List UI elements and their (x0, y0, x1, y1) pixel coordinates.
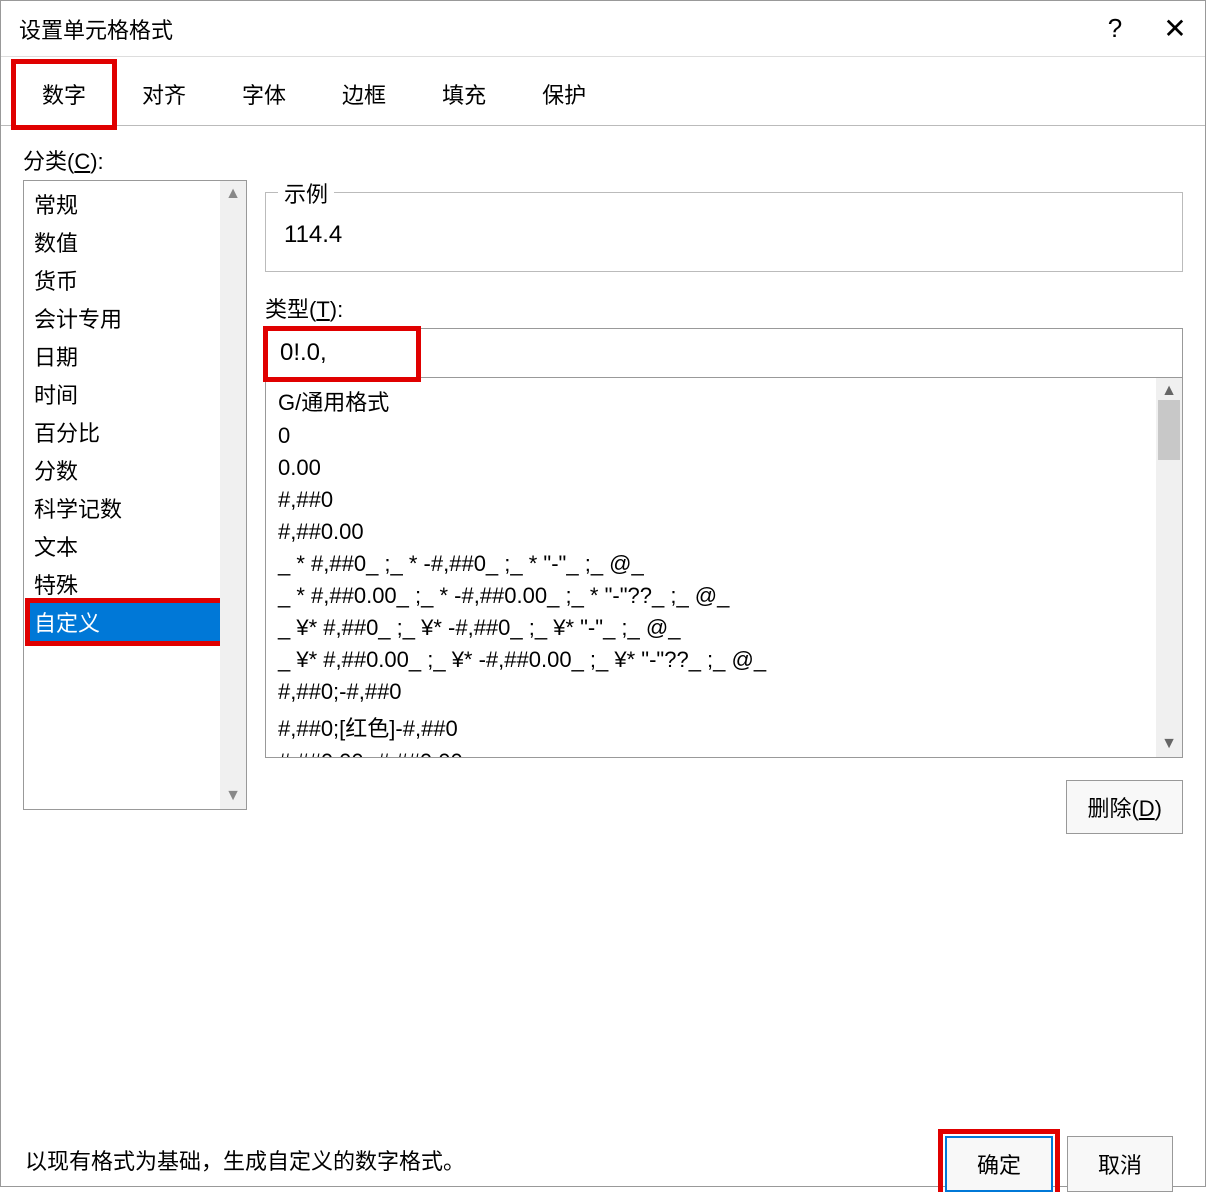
type-input[interactable] (265, 328, 1183, 378)
format-item[interactable]: 0 (276, 420, 1156, 452)
category-item-scientific[interactable]: 科学记数 (30, 489, 220, 527)
tab-number[interactable]: 数字 (15, 63, 113, 126)
format-item[interactable]: _ ¥* #,##0_ ;_ ¥* -#,##0_ ;_ ¥* "-"_ ;_ … (276, 612, 1156, 644)
sample-legend: 示例 (278, 177, 334, 209)
category-item-accounting[interactable]: 会计专用 (30, 299, 220, 337)
titlebar: 设置单元格格式 ? ✕ (1, 1, 1205, 57)
format-item[interactable]: _ * #,##0.00_ ;_ * -#,##0.00_ ;_ * "-"??… (276, 580, 1156, 612)
category-item-time[interactable]: 时间 (30, 375, 220, 413)
format-item[interactable]: 0.00 (276, 452, 1156, 484)
scroll-down-icon[interactable]: ▼ (225, 787, 241, 805)
format-list[interactable]: G/通用格式 0 0.00 #,##0 #,##0.00 _ * #,##0_ … (266, 378, 1156, 757)
format-item[interactable]: #,##0 (276, 484, 1156, 516)
category-scrollbar[interactable]: ▲ ▼ (220, 181, 246, 809)
close-button[interactable]: ✕ (1145, 1, 1205, 57)
format-item[interactable]: _ ¥* #,##0.00_ ;_ ¥* -#,##0.00_ ;_ ¥* "-… (276, 644, 1156, 676)
tab-strip: 数字 对齐 字体 边框 填充 保护 (1, 57, 1205, 126)
format-item[interactable]: G/通用格式 (276, 382, 1156, 420)
format-item[interactable]: #,##0;[红色]-#,##0 (276, 708, 1156, 746)
category-item-text[interactable]: 文本 (30, 527, 220, 565)
right-panel: 示例 114.4 类型(T): G/通用格式 0 0.00 #,##0 #,##… (265, 180, 1183, 1112)
delete-button[interactable]: 删除(D) (1066, 780, 1183, 834)
category-list[interactable]: 常规 数值 货币 会计专用 日期 时间 百分比 分数 科学记数 文本 特殊 自定… (24, 181, 220, 809)
format-list-container: G/通用格式 0 0.00 #,##0 #,##0.00 _ * #,##0_ … (265, 378, 1183, 758)
category-item-special[interactable]: 特殊 (30, 565, 220, 603)
format-item[interactable]: #,##0;-#,##0 (276, 676, 1156, 708)
category-item-percentage[interactable]: 百分比 (30, 413, 220, 451)
scroll-thumb[interactable] (1158, 400, 1180, 460)
category-list-container: 常规 数值 货币 会计专用 日期 时间 百分比 分数 科学记数 文本 特殊 自定… (23, 180, 247, 810)
category-item-fraction[interactable]: 分数 (30, 451, 220, 489)
help-button[interactable]: ? (1085, 1, 1145, 57)
category-item-number[interactable]: 数值 (30, 223, 220, 261)
tab-alignment[interactable]: 对齐 (115, 63, 213, 125)
scroll-up-icon[interactable]: ▲ (1156, 382, 1182, 400)
format-item[interactable]: #,##0.00 (276, 516, 1156, 548)
sample-box: 示例 114.4 (265, 192, 1183, 272)
tab-font[interactable]: 字体 (215, 63, 313, 125)
tab-border[interactable]: 边框 (315, 63, 413, 125)
scroll-down-icon[interactable]: ▼ (1156, 735, 1182, 753)
sample-value: 114.4 (266, 193, 1182, 271)
format-item[interactable]: #,##0.00;-#,##0.00 (276, 746, 1156, 757)
tab-fill[interactable]: 填充 (415, 63, 513, 125)
tab-protection[interactable]: 保护 (515, 63, 613, 125)
format-item[interactable]: _ * #,##0_ ;_ * -#,##0_ ;_ * "-"_ ;_ @_ (276, 548, 1156, 580)
category-item-currency[interactable]: 货币 (30, 261, 220, 299)
scroll-up-icon[interactable]: ▲ (225, 185, 241, 203)
category-item-custom[interactable]: 自定义 (30, 603, 220, 641)
dialog-footer: 确定 取消 (945, 1136, 1195, 1192)
category-label: 分类(C): (23, 144, 247, 176)
format-scrollbar[interactable]: ▲ ▼ (1156, 378, 1182, 757)
category-item-date[interactable]: 日期 (30, 337, 220, 375)
content-area: 分类(C): 常规 数值 货币 会计专用 日期 时间 百分比 分数 科学记数 文… (1, 126, 1205, 1186)
dialog-title: 设置单元格格式 (19, 13, 1085, 45)
category-item-general[interactable]: 常规 (30, 185, 220, 223)
cancel-button[interactable]: 取消 (1067, 1136, 1173, 1192)
format-cells-dialog: 设置单元格格式 ? ✕ 数字 对齐 字体 边框 填充 保护 分类(C): 常规 … (0, 0, 1206, 1187)
type-label: 类型(T): (265, 292, 1183, 324)
ok-button[interactable]: 确定 (945, 1136, 1053, 1192)
